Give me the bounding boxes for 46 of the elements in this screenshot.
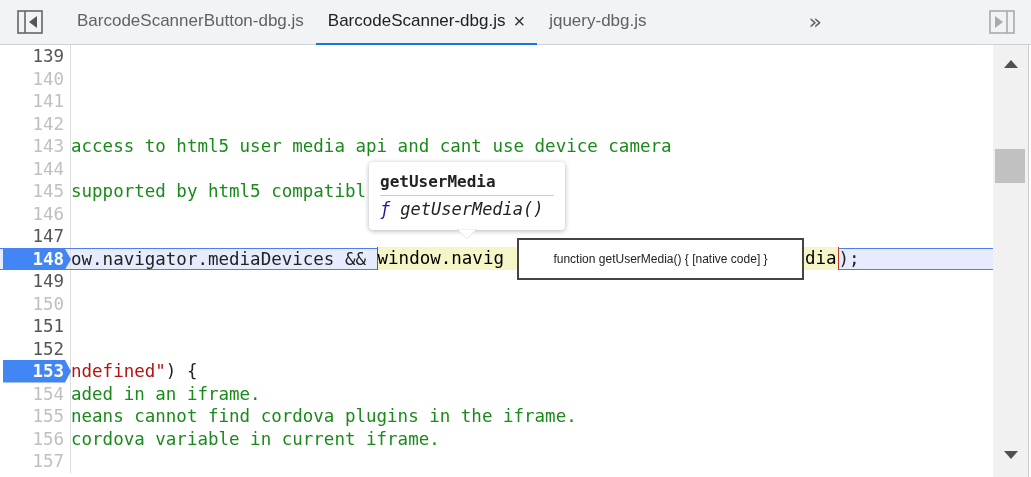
line-number: 156 xyxy=(32,427,64,451)
line-number: 144 xyxy=(32,157,64,181)
code-text: ow.navigator.mediaDevices && xyxy=(71,247,367,271)
sidebar-toggle-icon[interactable] xyxy=(989,10,1015,34)
line-number: 153 xyxy=(32,360,64,384)
code-text: ); xyxy=(838,247,860,271)
more-tabs-icon[interactable]: » xyxy=(808,11,822,33)
code-text: aded in an iframe. xyxy=(71,382,261,406)
line-number: 152 xyxy=(32,337,64,361)
function-icon: ƒ xyxy=(380,196,391,222)
line-number: 148 xyxy=(32,247,64,271)
function-signature: getUserMedia() xyxy=(400,198,544,221)
scrollbar[interactable] xyxy=(993,45,1029,477)
popover-title: getUserMedia xyxy=(380,170,554,196)
breakpoint-marker[interactable] xyxy=(3,248,71,269)
line-number: 147 xyxy=(32,225,64,249)
value-tooltip: function getUserMedia() { [native code] } xyxy=(517,238,804,280)
line-number: 154 xyxy=(32,382,64,406)
line-number: 139 xyxy=(32,45,64,69)
line-number: 142 xyxy=(32,112,64,136)
code-text: ndefined" xyxy=(71,360,166,384)
line-number: 140 xyxy=(32,67,64,91)
line-number: 145 xyxy=(32,180,64,204)
code-text: supported by html5 compatibl xyxy=(71,180,366,204)
line-number: 146 xyxy=(32,202,64,226)
code-text: cordova variable in current iframe. xyxy=(71,427,440,451)
line-number: 151 xyxy=(32,315,64,339)
code-text: dia xyxy=(804,250,837,268)
line-number: 157 xyxy=(32,450,64,474)
line-number: 141 xyxy=(32,90,64,114)
close-icon[interactable]: × xyxy=(513,6,526,36)
breakpoint-marker[interactable] xyxy=(3,360,71,383)
sidebar-toggle-icon[interactable] xyxy=(17,10,43,34)
code-text: access to html5 user media api and cant use device camera xyxy=(71,135,672,159)
line-number: 143 xyxy=(32,135,64,159)
scroll-up-icon[interactable] xyxy=(1004,60,1018,68)
file-tab[interactable]: jquery-dbg.js xyxy=(537,0,659,45)
line-number: 155 xyxy=(32,405,64,429)
line-number: 150 xyxy=(32,292,64,316)
scroll-down-icon[interactable] xyxy=(1004,451,1018,459)
code-text: ) { xyxy=(165,360,198,384)
file-tab[interactable]: BarcodeScanner-dbg.js × xyxy=(315,0,538,45)
file-tab[interactable]: BarcodeScannerButton-dbg.js xyxy=(65,0,316,45)
scrollbar-thumb[interactable] xyxy=(995,149,1025,183)
code-text: neans cannot find cordova plugins in the iframe. xyxy=(71,405,577,429)
line-number: 149 xyxy=(32,270,64,294)
